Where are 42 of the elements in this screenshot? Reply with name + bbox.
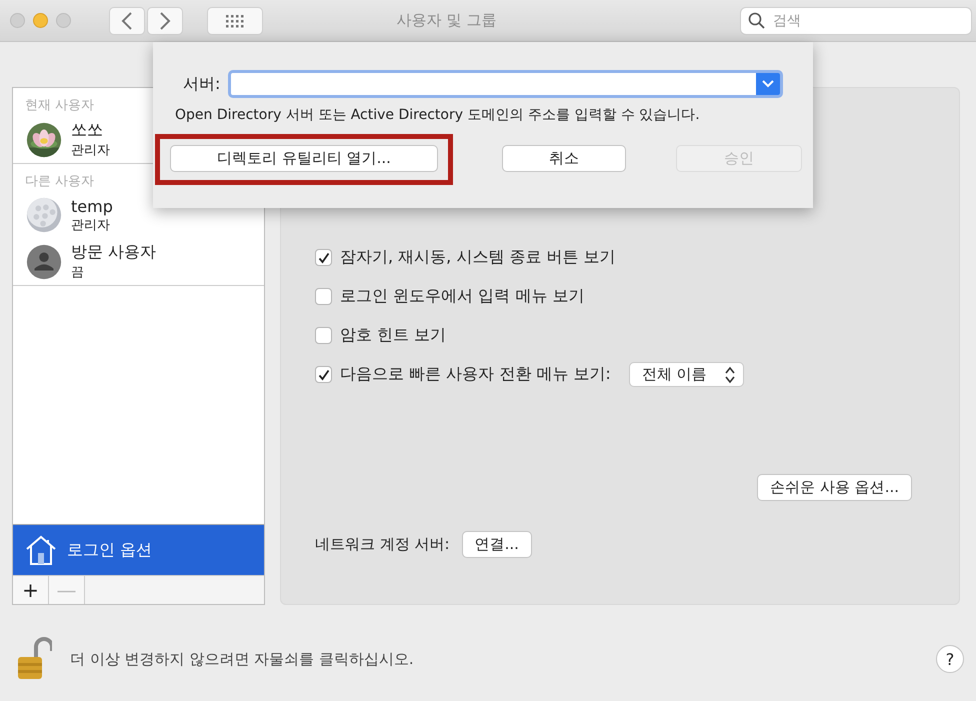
server-combo-field[interactable] [228,70,783,98]
user-name[interactable]: temp [71,196,113,216]
grid-icon [225,14,245,28]
show-all-button[interactable] [207,6,263,34]
server-hint: Open Directory 서버 또는 Active Directory 도메인의 주소를 입력할 수 있습니다. [175,106,701,124]
user-silhouette-icon [25,242,63,280]
user-name[interactable]: 쏘쏘 [71,120,110,141]
checkbox-label: 잠자기, 재시동, 시스템 종료 버튼 보기 [340,247,616,268]
section-header: 다른 사용자 [25,173,94,190]
user-role: 관리자 [71,142,110,159]
checkbox-label: 암호 힌트 보기 [340,325,446,346]
checkbox[interactable] [315,327,332,344]
back-button[interactable] [109,6,145,34]
connect-button[interactable]: 연결... [462,531,532,558]
login-options-item[interactable]: 로그인 옵션 [13,524,264,575]
user-name[interactable]: 방문 사용자 [71,242,156,263]
up-down-arrows-icon [724,366,735,384]
user-role: 관리자 [71,216,111,234]
checkbox[interactable] [315,249,332,266]
chevron-left-icon [121,12,133,30]
search-field[interactable]: 검색 [740,6,972,34]
search-icon [748,12,766,30]
sheet-button[interactable]: 디렉토리 유틸리티 열기... [170,145,438,172]
forward-button[interactable] [147,6,183,34]
padlock-icon[interactable] [16,637,52,681]
window-title: 사용자 및 그룹 [396,11,498,30]
checkbox[interactable] [315,288,332,305]
name-format-popup[interactable]: 전체 이름 [628,362,744,387]
lock-hint: 더 이상 변경하지 않으려면 자물쇠를 클릭하십시오. [70,650,414,668]
checkbox-label: 로그인 윈도우에서 입력 메뉴 보기 [340,286,584,307]
accessibility-options-button[interactable]: 손쉬운 사용 옵션... [757,474,912,501]
sheet-button[interactable]: 취소 [502,145,626,172]
checkbox-label: 다음으로 빠른 사용자 전환 메뉴 보기: [340,364,611,385]
house-icon [25,534,57,566]
section-header: 현재 사용자 [25,97,94,114]
checkbox[interactable] [315,366,332,383]
network-server-label: 네트워크 계정 서버: [315,535,450,554]
server-label: 서버: [183,74,220,94]
help-button[interactable]: ? [936,645,964,673]
chevron-right-icon [159,12,171,30]
chevron-down-icon [762,80,774,88]
user-role: 끔 [71,264,85,281]
